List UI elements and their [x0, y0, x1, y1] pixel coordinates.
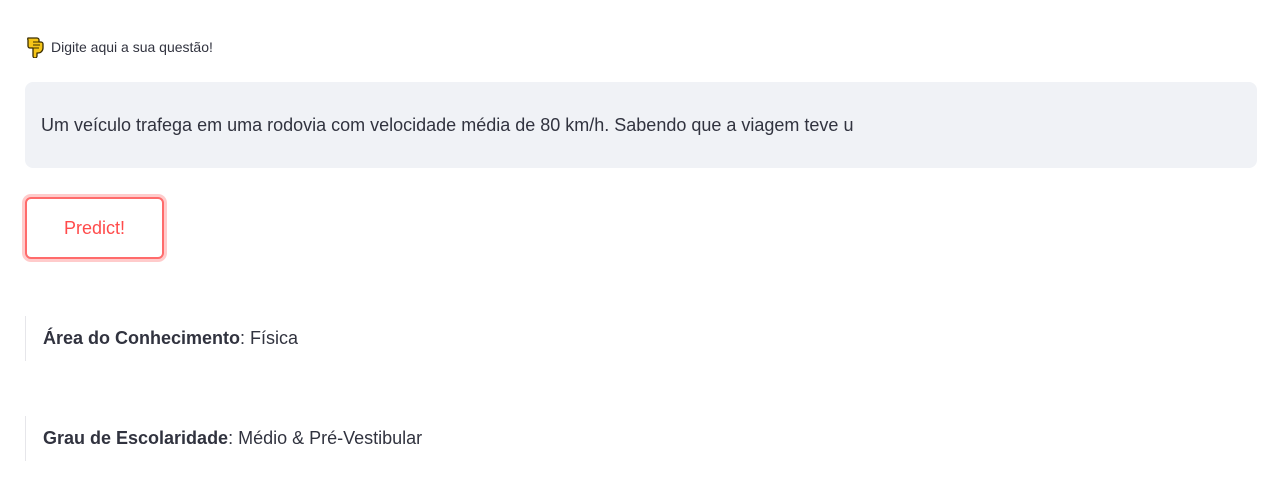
question-input[interactable]: Um veículo trafega em uma rodovia com ve… [25, 82, 1257, 168]
question-label-text: Digite aqui a sua questão! [51, 39, 213, 55]
result-grau-escolaridade: Grau de Escolaridade: Médio & Pré-Vestib… [25, 416, 725, 461]
result-area-value: Física [250, 328, 299, 348]
result-grau-value: Médio & Pré-Vestibular [238, 428, 423, 448]
result-area-conhecimento: Área do Conhecimento: Física [25, 316, 725, 361]
pointing-down-hand-icon [25, 36, 45, 59]
result-area-separator: : [240, 328, 251, 348]
result-grau-separator: : [228, 428, 239, 448]
question-label: Digite aqui a sua questão! [25, 36, 213, 59]
predict-button[interactable]: Predict! [25, 197, 164, 259]
result-area-label: Área do Conhecimento [43, 328, 241, 348]
result-grau-label: Grau de Escolaridade [43, 428, 229, 448]
